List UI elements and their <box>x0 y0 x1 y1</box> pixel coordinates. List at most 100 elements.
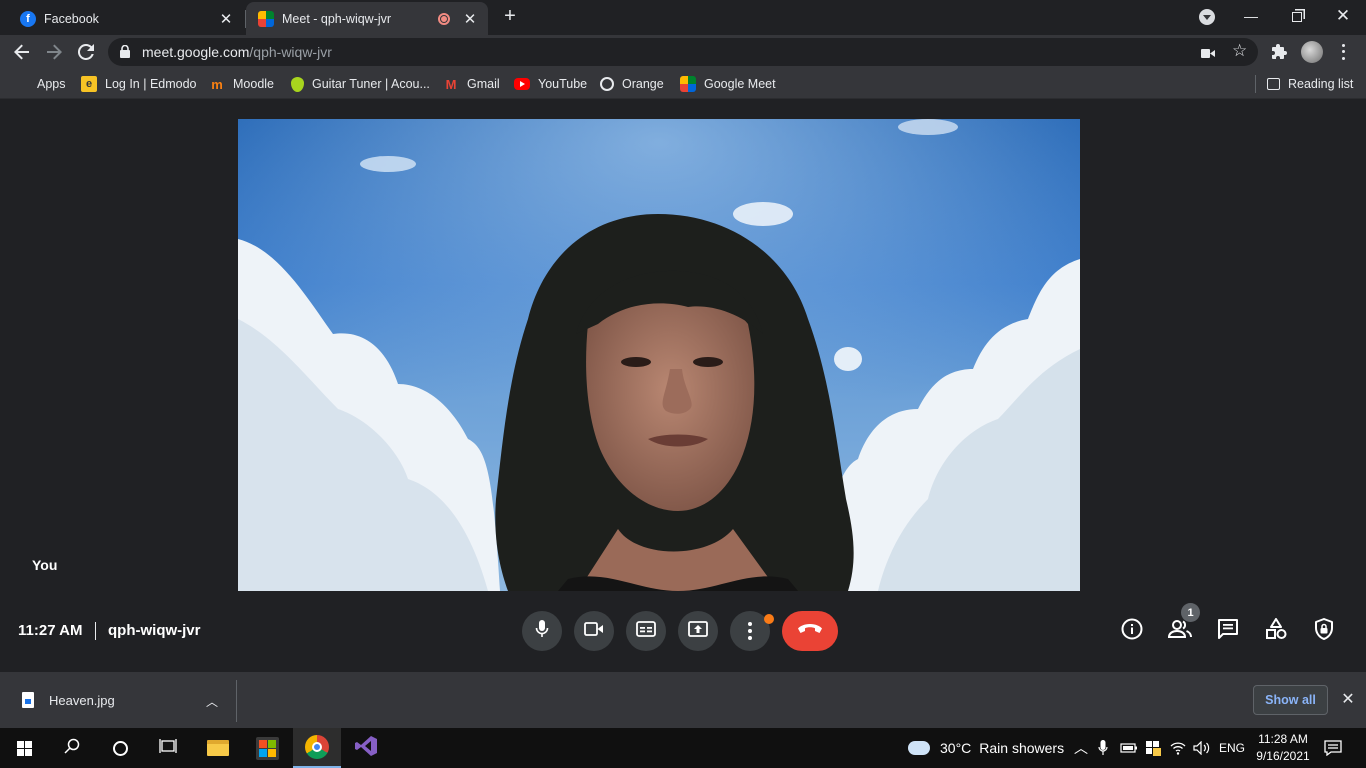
closed-captions-icon <box>636 620 656 642</box>
tab-search-icon[interactable] <box>1199 9 1215 25</box>
tab-title: Meet - qph-wiqw-jvr <box>282 11 392 26</box>
leave-call-button[interactable] <box>782 611 838 651</box>
bookmark-star-icon[interactable]: ☆ <box>1232 41 1247 61</box>
lock-icon[interactable] <box>120 44 130 63</box>
extensions-icon[interactable] <box>1271 43 1288 65</box>
search-button[interactable] <box>48 728 96 768</box>
meeting-info-separator <box>95 622 96 640</box>
download-item-name[interactable]: Heaven.jpg <box>49 693 115 708</box>
bookmark-guitar-tuner[interactable]: Guitar Tuner | Acou... <box>291 75 430 93</box>
start-button[interactable] <box>0 728 48 768</box>
shelf-divider <box>236 680 237 722</box>
present-screen-button[interactable] <box>678 611 718 651</box>
host-controls-button[interactable] <box>1309 616 1339 646</box>
meet-call-area: You 11:27 AM qph-wiqw-jvr 1 <box>0 100 1366 671</box>
back-icon[interactable] <box>9 39 35 65</box>
notification-dot <box>764 614 774 624</box>
present-screen-icon <box>688 620 708 642</box>
camera-in-use-icon[interactable] <box>1201 46 1215 64</box>
tab-title: Facebook <box>44 11 99 26</box>
cortana-button[interactable] <box>96 728 144 768</box>
bookmark-apps[interactable]: Apps <box>14 75 66 93</box>
action-center-icon[interactable] <box>1324 728 1342 768</box>
tab-facebook[interactable]: f Facebook ✕ <box>8 2 244 35</box>
google-meet-icon <box>680 76 696 92</box>
url-path: /qph-wiqw-jvr <box>249 44 332 60</box>
meeting-details-button[interactable] <box>1117 616 1147 646</box>
apps-grid-icon <box>14 77 28 91</box>
minimize-icon[interactable]: — <box>1228 0 1274 32</box>
download-shelf: Heaven.jpg ︿ Show all ✕ <box>0 671 1366 728</box>
bookmark-youtube[interactable]: YouTube <box>514 75 587 93</box>
self-video-tile <box>238 119 1080 591</box>
wifi-icon[interactable] <box>1170 728 1186 768</box>
show-all-button[interactable]: Show all <box>1253 685 1328 715</box>
file-explorer-taskbar-item[interactable] <box>194 728 242 768</box>
recording-icon <box>438 12 450 25</box>
bookmark-edmodo[interactable]: e Log In | Edmodo <box>81 75 197 93</box>
show-hidden-icons[interactable]: ︿ <box>1074 728 1088 768</box>
more-vert-icon <box>748 622 752 640</box>
close-tab-icon[interactable]: ✕ <box>460 10 480 28</box>
bookmarks-divider <box>1255 75 1256 93</box>
bookmarks-bar: Apps e Log In | Edmodo m Moodle Guitar T… <box>0 69 1366 99</box>
close-shelf-icon[interactable]: ✕ <box>1338 689 1358 709</box>
store-taskbar-item[interactable] <box>243 728 291 768</box>
close-window-icon[interactable]: ✕ <box>1320 0 1366 32</box>
activities-button[interactable] <box>1261 616 1291 646</box>
bookmark-moodle[interactable]: m Moodle <box>209 75 274 93</box>
chevron-up-icon[interactable]: ︿ <box>206 693 218 710</box>
system-clock[interactable]: 11:28 AM 9/16/2021 <box>1255 731 1311 765</box>
task-view-button[interactable] <box>144 728 192 768</box>
security-alert-icon[interactable] <box>1145 728 1161 768</box>
microphone-button[interactable] <box>522 611 562 651</box>
weather-widget[interactable]: 30°C Rain showers <box>908 728 1064 768</box>
address-bar[interactable]: meet.google.com/qph-wiqw-jvr ☆ <box>108 38 1258 66</box>
globe-icon <box>600 77 614 91</box>
bookmark-gmail[interactable]: M Gmail <box>443 75 500 93</box>
browser-toolbar: meet.google.com/qph-wiqw-jvr ☆ <box>0 35 1366 69</box>
weather-rain-icon <box>908 737 930 755</box>
activities-shapes-icon <box>1265 617 1287 645</box>
reading-list-icon <box>1267 78 1280 90</box>
windows-taskbar: 30°C Rain showers ︿ ENG 11:28 AM 9/16/20… <box>0 728 1366 768</box>
people-icon <box>1167 619 1192 643</box>
edmodo-icon: e <box>81 76 97 92</box>
camera-button[interactable] <box>574 611 614 651</box>
battery-icon[interactable] <box>1120 728 1138 768</box>
hang-up-icon <box>797 622 823 640</box>
tab-strip: f Facebook ✕ Meet - qph-wiqw-jvr ✕ + — ✕ <box>0 0 1366 35</box>
chat-button[interactable] <box>1213 616 1243 646</box>
weather-temperature: 30°C <box>940 740 972 756</box>
volume-icon[interactable] <box>1193 728 1211 768</box>
forward-icon[interactable] <box>41 39 67 65</box>
input-language[interactable]: ENG <box>1219 728 1245 768</box>
windows-logo-icon <box>16 740 32 756</box>
reload-icon[interactable] <box>73 39 99 65</box>
bookmark-google-meet[interactable]: Google Meet <box>680 75 776 93</box>
microphone-icon <box>535 619 549 643</box>
bookmark-orange[interactable]: Orange <box>600 75 664 93</box>
video-feed-image <box>238 119 1080 591</box>
visual-studio-icon <box>354 734 378 763</box>
self-name-label: You <box>32 557 58 573</box>
restore-icon[interactable] <box>1274 0 1320 32</box>
search-icon <box>64 738 80 759</box>
new-tab-icon[interactable]: + <box>499 5 521 27</box>
image-file-icon <box>22 692 34 708</box>
participant-count-badge: 1 <box>1181 603 1200 622</box>
visual-studio-taskbar-item[interactable] <box>342 728 390 768</box>
chrome-menu-icon[interactable] <box>1338 42 1348 62</box>
reading-list-button[interactable]: Reading list <box>1267 75 1353 93</box>
tab-meet[interactable]: Meet - qph-wiqw-jvr ✕ <box>246 2 488 35</box>
captions-button[interactable] <box>626 611 666 651</box>
url-host: meet.google.com <box>142 44 250 60</box>
chrome-taskbar-item[interactable] <box>293 728 341 768</box>
profile-avatar[interactable] <box>1301 41 1323 63</box>
gmail-icon: M <box>445 76 457 92</box>
close-tab-icon[interactable]: ✕ <box>216 10 236 28</box>
chat-icon <box>1217 618 1239 645</box>
system-date: 9/16/2021 <box>1256 749 1310 763</box>
meeting-code: qph-wiqw-jvr <box>108 622 201 639</box>
microphone-tray-icon[interactable] <box>1098 728 1108 768</box>
